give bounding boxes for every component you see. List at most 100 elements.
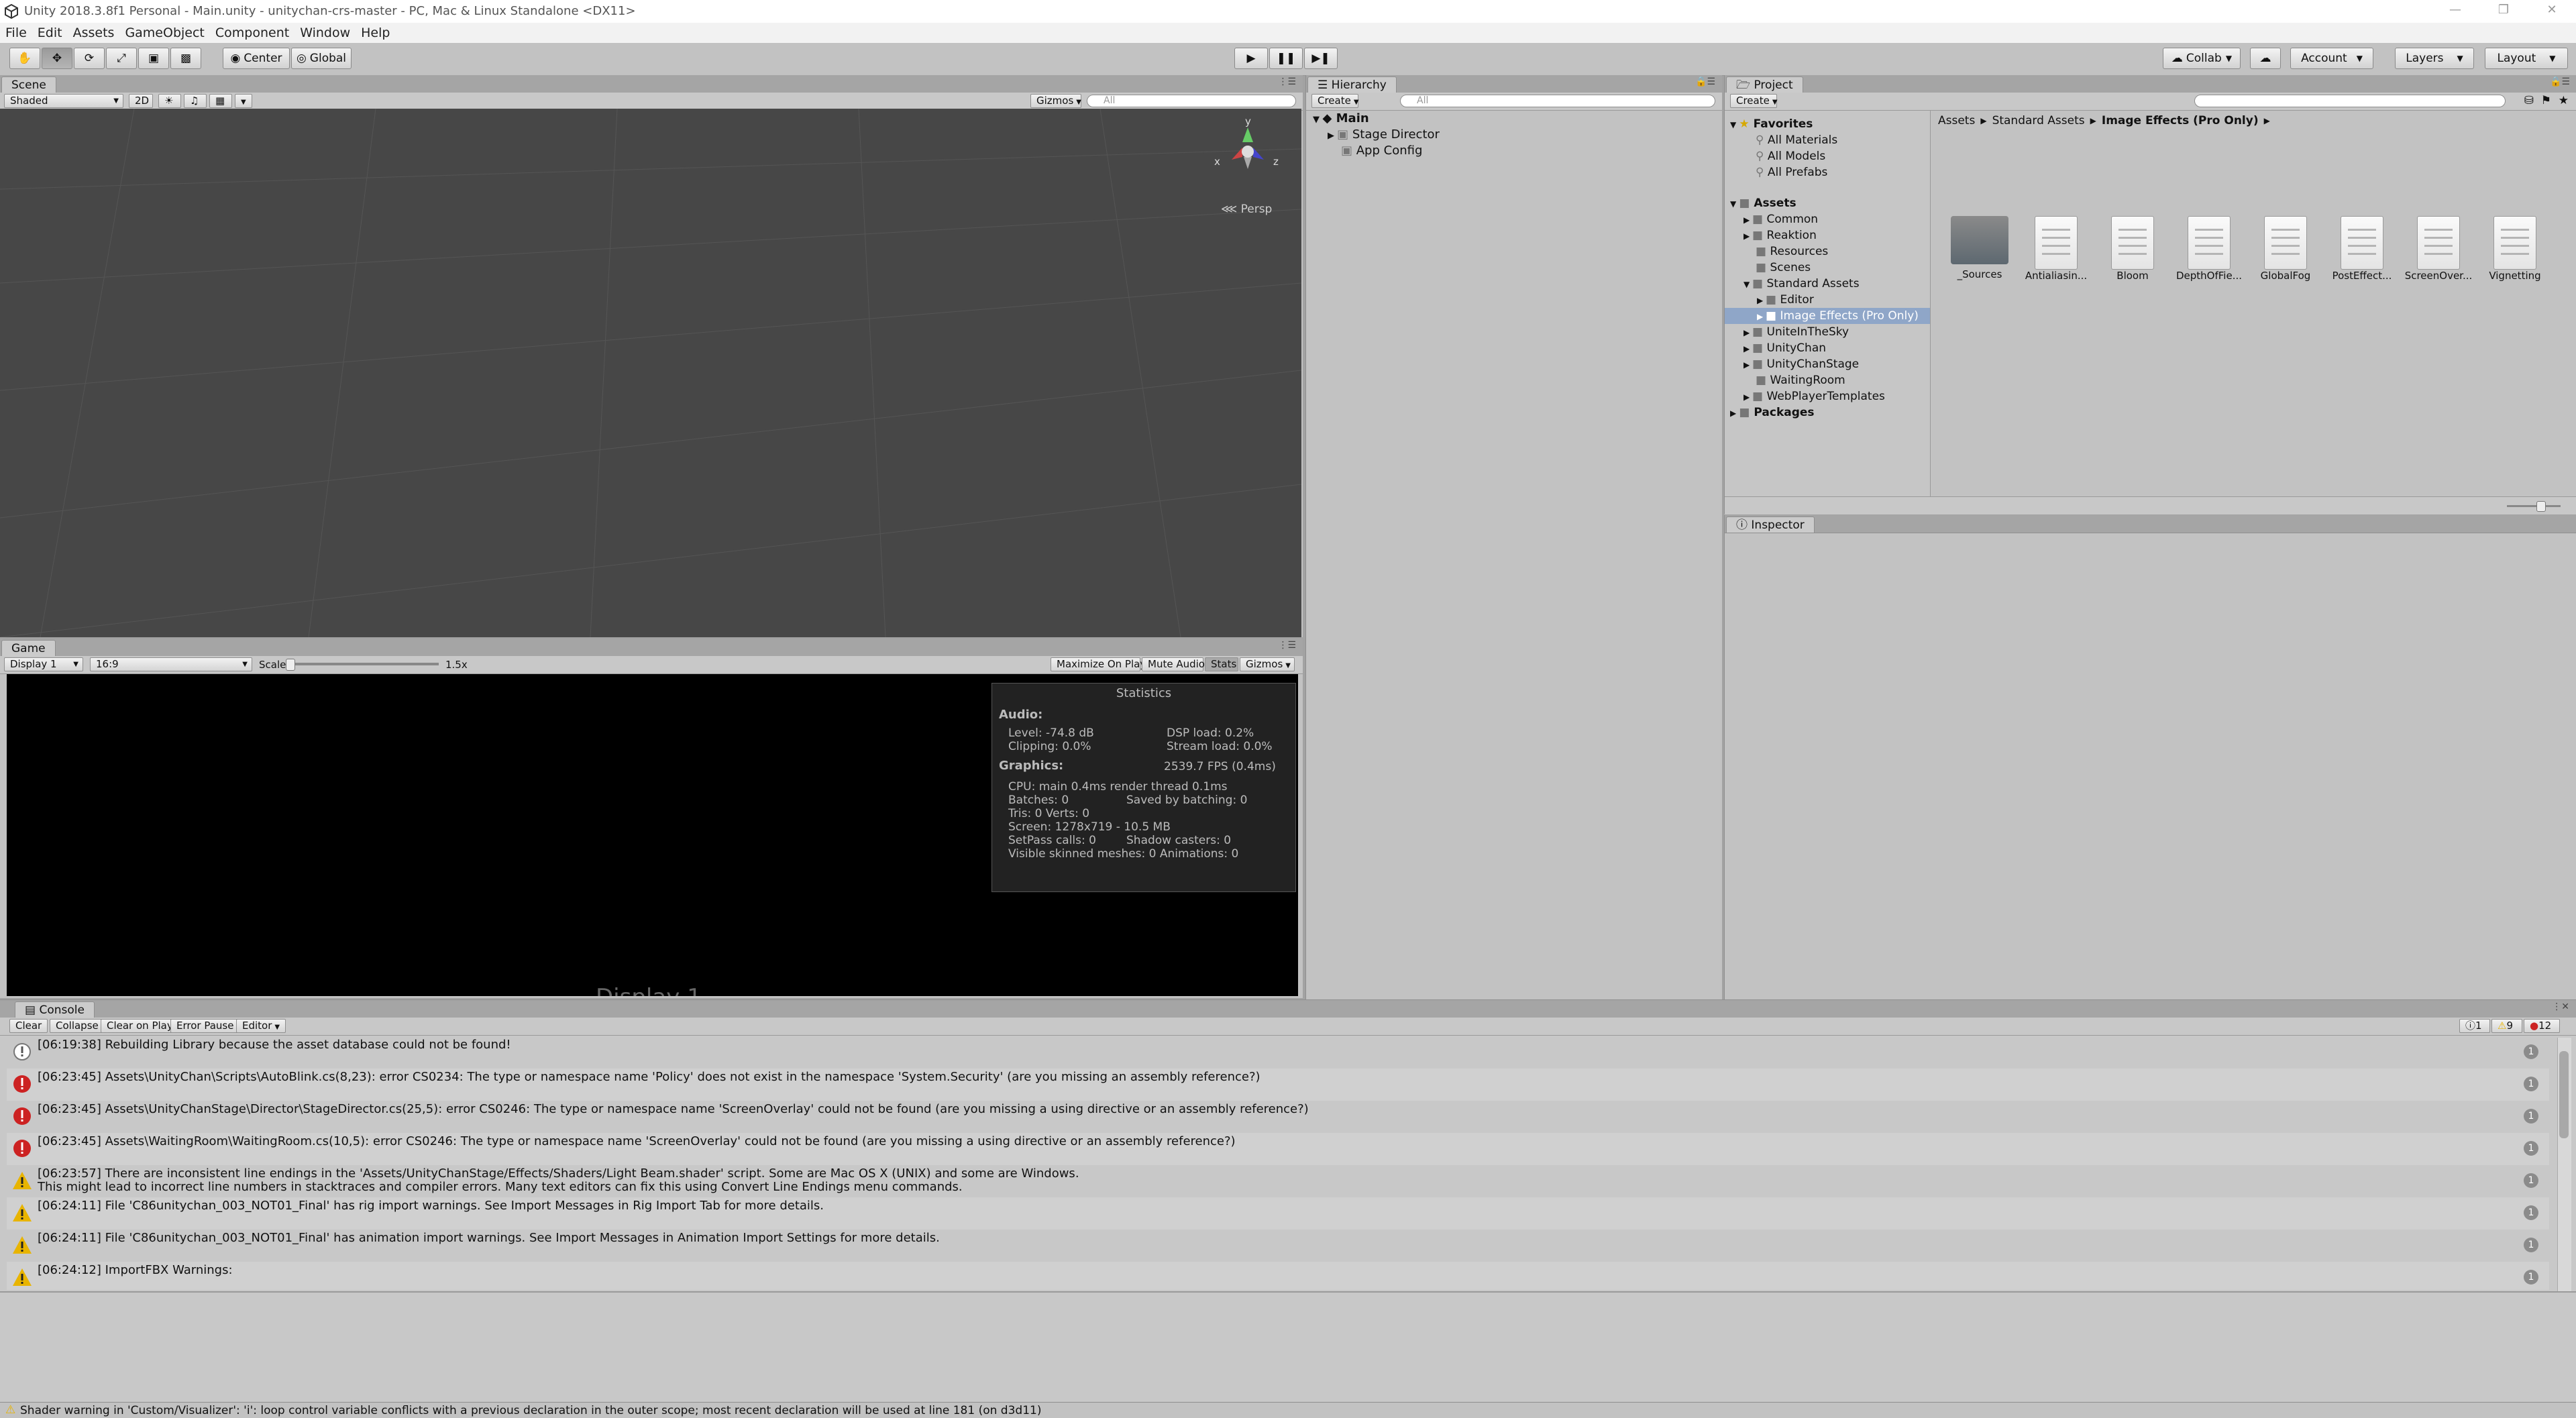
console-entry[interactable]: [06:19:38] Rebuilding Library because th… xyxy=(7,1036,2549,1069)
space-global-button[interactable]: ◎ Global xyxy=(291,48,352,69)
favorites-all-materials[interactable]: ⚲ All Materials xyxy=(1756,133,1837,147)
tab-game[interactable]: Game xyxy=(1,640,56,656)
menu-window[interactable]: Window xyxy=(300,25,350,40)
folder-common[interactable]: ▶ ■ Common xyxy=(1743,213,1818,226)
stats-button[interactable]: Stats xyxy=(1205,657,1238,671)
console-entry[interactable]: [06:23:45] Assets\UnityChanStage\Directo… xyxy=(7,1101,2549,1133)
menu-file[interactable]: File xyxy=(5,25,27,40)
layers-dropdown[interactable]: Layers ▼ xyxy=(2395,48,2474,69)
close-icon[interactable]: ✕ xyxy=(2538,3,2565,20)
lighting-toggle[interactable]: ☀ xyxy=(158,94,181,108)
packages-node[interactable]: ▶ ■ Packages xyxy=(1730,406,1815,419)
folder-unitychan[interactable]: ▶ ■ UnityChan xyxy=(1743,341,1826,355)
rotate-tool-button[interactable]: ⟳ xyxy=(74,48,105,69)
mute-audio-button[interactable]: Mute Audio xyxy=(1142,657,1205,671)
folder-webplayertemplates[interactable]: ▶ ■ WebPlayerTemplates xyxy=(1743,390,1885,403)
hierarchy-item-stage-director[interactable]: ▶ ▣ Stage Director xyxy=(1328,127,1440,142)
shading-mode-dropdown[interactable]: Shaded ▼ xyxy=(4,94,123,108)
favorites-all-prefabs[interactable]: ⚲ All Prefabs xyxy=(1756,166,1827,179)
icon-size-slider[interactable] xyxy=(2507,501,2561,512)
effects-dropdown[interactable]: ▼ xyxy=(235,94,252,108)
tab-hierarchy[interactable]: ☰ Hierarchy xyxy=(1307,76,1397,93)
scale-tool-button[interactable]: ⤢ xyxy=(106,48,137,69)
console-warning-toggle[interactable]: ⚠9 xyxy=(2491,1019,2522,1033)
tab-project[interactable]: 🗁 Project xyxy=(1726,76,1803,93)
asset-item[interactable]: Bloom xyxy=(2096,216,2169,282)
console-entry[interactable]: [06:24:11] File 'C86unitychan_003_NOT01_… xyxy=(7,1230,2549,1262)
pivot-center-button[interactable]: ◉ Center xyxy=(223,48,290,69)
favorite-star-icon[interactable]: ★ xyxy=(2559,94,2569,107)
maximize-icon[interactable]: ❐ xyxy=(2490,3,2517,20)
console-entry[interactable]: [06:24:11] File 'C86unitychan_003_NOT01_… xyxy=(7,1197,2549,1230)
lock-icon[interactable]: 🔒☰ xyxy=(1695,76,1715,87)
cloud-button[interactable]: ☁ xyxy=(2250,48,2281,69)
lock-icon[interactable]: 🔒☰ xyxy=(2550,76,2570,87)
mode-2d-button[interactable]: 2D xyxy=(129,94,153,108)
move-tool-button[interactable]: ✥ xyxy=(42,48,72,69)
console-collapse-button[interactable]: Collapse xyxy=(50,1019,105,1033)
step-button[interactable]: ▶❚ xyxy=(1304,48,1338,69)
filter-label-icon[interactable]: ⚑ xyxy=(2541,94,2551,107)
project-search-input[interactable] xyxy=(2194,95,2506,107)
console-clear-on-play-button[interactable]: Clear on Play xyxy=(101,1019,179,1033)
console-entry[interactable]: [06:23:45] Assets\UnityChan\Scripts\Auto… xyxy=(7,1069,2549,1101)
display-dropdown[interactable]: Display 1 ▼ xyxy=(4,657,83,671)
asset-item[interactable]: _Sources xyxy=(1943,216,2016,280)
console-error-pause-button[interactable]: Error Pause xyxy=(170,1019,240,1033)
play-button[interactable]: ▶ xyxy=(1234,48,1268,69)
aspect-dropdown[interactable]: 16:9 ▼ xyxy=(90,657,252,671)
project-create-dropdown[interactable]: Create ▼ xyxy=(1730,94,1778,108)
scene-gizmos-dropdown[interactable]: Gizmos ▼ xyxy=(1030,94,1081,108)
folder-reaktion[interactable]: ▶ ■ Reaktion xyxy=(1743,229,1817,242)
scale-slider-thumb[interactable] xyxy=(286,659,295,671)
panel-menu-icon[interactable]: ⋮☰ xyxy=(1278,640,1296,651)
rect-tool-button[interactable]: ▣ xyxy=(138,48,169,69)
favorites-node[interactable]: ▼ ★ Favorites xyxy=(1730,117,1813,131)
breadcrumb-image-effects[interactable]: Image Effects (Pro Only) xyxy=(2102,114,2259,127)
console-entry[interactable]: [06:23:57] There are inconsistent line e… xyxy=(7,1165,2549,1197)
folder-resources[interactable]: ■ Resources xyxy=(1756,245,1828,258)
projection-label[interactable]: ⋘ Persp xyxy=(1221,203,1272,216)
console-entry[interactable]: [06:24:12] ImportFBX Warnings: 1 xyxy=(7,1262,2549,1290)
minimize-icon[interactable]: — xyxy=(2442,3,2469,20)
console-scrollbar-thumb[interactable] xyxy=(2559,1051,2569,1138)
console-editor-dropdown[interactable]: Editor ▼ xyxy=(236,1019,286,1033)
folder-image-effects[interactable]: ▶ ■ Image Effects (Pro Only) xyxy=(1757,309,1919,323)
transform-tool-button[interactable]: ▩ xyxy=(170,48,201,69)
scale-slider[interactable] xyxy=(286,659,439,671)
account-dropdown[interactable]: Account ▼ xyxy=(2290,48,2373,69)
pause-button[interactable]: ❚❚ xyxy=(1269,48,1303,69)
menu-edit[interactable]: Edit xyxy=(38,25,62,40)
scene-search-input[interactable]: All xyxy=(1087,95,1296,107)
console-splitter[interactable] xyxy=(0,1291,2576,1293)
folder-scenes[interactable]: ■ Scenes xyxy=(1756,261,1811,274)
icon-size-slider-thumb[interactable] xyxy=(2536,501,2546,512)
audio-toggle[interactable]: ♫ xyxy=(184,94,207,108)
scene-orientation-gizmo[interactable]: y x z xyxy=(1201,115,1295,189)
asset-item[interactable]: PostEffect... xyxy=(2326,216,2398,282)
tab-scene[interactable]: Scene xyxy=(1,76,56,93)
console-scrollbar[interactable] xyxy=(2557,1038,2571,1291)
filter-type-icon[interactable]: ⛁ xyxy=(2524,94,2534,107)
collab-button[interactable]: ☁ Collab ▼ xyxy=(2163,48,2241,69)
hand-tool-button[interactable]: ✋ xyxy=(9,48,40,69)
status-bar[interactable]: ⚠ Shader warning in 'Custom/Visualizer':… xyxy=(0,1402,2576,1418)
layout-dropdown[interactable]: Layout ▼ xyxy=(2485,48,2568,69)
asset-item[interactable]: Vignetting xyxy=(2479,216,2551,282)
asset-item[interactable]: GlobalFog xyxy=(2249,216,2322,282)
console-entry[interactable]: [06:23:45] Assets\WaitingRoom\WaitingRoo… xyxy=(7,1133,2549,1165)
panel-menu-icon[interactable]: ⋮☰ xyxy=(1278,76,1296,87)
console-info-toggle[interactable]: ⓘ1 xyxy=(2459,1019,2490,1033)
folder-waitingroom[interactable]: ■ WaitingRoom xyxy=(1756,374,1845,387)
assets-node[interactable]: ▼ ■ Assets xyxy=(1730,197,1796,210)
menu-gameobject[interactable]: GameObject xyxy=(125,25,204,40)
console-error-toggle[interactable]: ●12 xyxy=(2524,1019,2560,1033)
breadcrumb-standard-assets[interactable]: Standard Assets xyxy=(1992,114,2085,127)
menu-help[interactable]: Help xyxy=(361,25,390,40)
menu-component[interactable]: Component xyxy=(215,25,289,40)
hierarchy-search-input[interactable]: All xyxy=(1400,95,1715,107)
game-gizmos-dropdown[interactable]: Gizmos ▼ xyxy=(1240,657,1295,671)
folder-editor[interactable]: ▶ ■ Editor xyxy=(1757,293,1814,307)
effects-toggle[interactable]: ▦ xyxy=(209,94,232,108)
tab-console[interactable]: ▤ Console xyxy=(15,1001,95,1018)
